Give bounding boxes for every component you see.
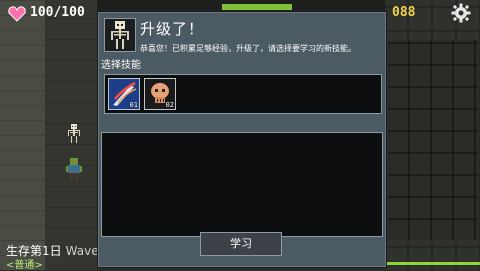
skeleton-icon: [111, 21, 129, 49]
green-border-bottom: [385, 262, 480, 265]
dungeon-grid-right: [385, 0, 480, 270]
skeleton-portrait: [104, 18, 136, 52]
skeleton-enemy-sprite: [68, 124, 80, 143]
skill-level: 01: [129, 101, 138, 109]
skill-list: 01 02: [104, 74, 382, 114]
stone-wall-column: [0, 0, 45, 270]
skill-slot-skull[interactable]: 02: [144, 78, 176, 110]
learn-button[interactable]: 学习: [200, 232, 282, 256]
player-orc-sprite: [66, 158, 82, 181]
exp-bar-glimpse: [222, 4, 292, 10]
skill-level: 02: [165, 101, 174, 109]
heart-icon: [8, 6, 26, 22]
skill-description-panel: [101, 132, 383, 237]
skill-slot-sword[interactable]: 01: [108, 78, 140, 110]
gold-counter: 088: [392, 5, 416, 20]
dialog-description: 恭喜您！已积累足够经验，升级了，请选择要学习的新技能。: [140, 44, 356, 53]
level-up-dialog: 升级了！ 恭喜您！已积累足够经验，升级了，请选择要学习的新技能。 选择技能 01…: [97, 11, 387, 268]
section-label: 选择技能: [101, 60, 141, 71]
dialog-title: 升级了！: [140, 20, 205, 38]
dungeon-floor-left: [0, 0, 97, 270]
gear-icon[interactable]: [451, 3, 471, 23]
difficulty-mode: <普通>: [6, 260, 43, 271]
hp-readout: 100/100: [30, 5, 85, 20]
wave-label: Wave: [65, 244, 99, 258]
